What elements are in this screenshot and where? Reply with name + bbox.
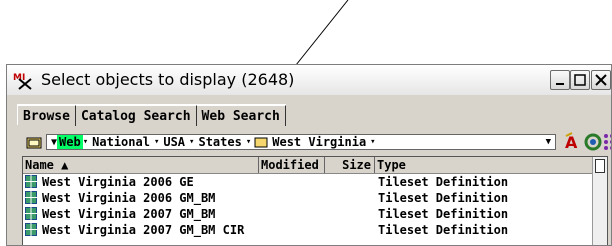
item-name: West Virginia 2007 GM_BM CIR <box>42 223 245 237</box>
web-link-icon[interactable] <box>583 132 603 152</box>
maximize-button[interactable] <box>570 70 590 90</box>
crumb-states[interactable]: States <box>194 135 245 149</box>
list-item[interactable]: West Virginia 2006 GE Tileset Definition <box>23 174 595 190</box>
list-item[interactable]: West Virginia 2007 GM_BM CIR Tileset Def… <box>23 222 595 238</box>
crumb-west-virginia[interactable]: West Virginia <box>268 135 370 149</box>
tileset-icon <box>25 191 37 204</box>
column-header: Name ▲ Modified Size Type <box>23 157 595 174</box>
column-type[interactable]: Type <box>375 157 595 173</box>
maximize-icon <box>574 74 586 86</box>
item-type: Tileset Definition <box>378 175 509 189</box>
path-bar: ▼ Web ▾ National ▾ USA ▾ States ▾ West V… <box>22 132 611 154</box>
item-name: West Virginia 2006 GE <box>42 175 194 189</box>
select-objects-window: MI Select objects to display (2648) Brow… <box>6 64 612 246</box>
grid-view-icon[interactable] <box>602 132 612 152</box>
column-modified[interactable]: Modified <box>259 157 325 173</box>
tab-catalog-search[interactable]: Catalog Search <box>75 105 197 126</box>
item-type: Tileset Definition <box>378 191 509 205</box>
crumb-national[interactable]: National <box>88 135 154 149</box>
item-name: West Virginia 2007 GM_BM <box>42 207 216 221</box>
tab-browse[interactable]: Browse <box>18 105 76 126</box>
minimize-button[interactable] <box>550 70 570 90</box>
list-item[interactable]: West Virginia 2007 GM_BM Tileset Definit… <box>23 206 595 222</box>
folder-icon <box>254 137 268 148</box>
item-type: Tileset Definition <box>378 207 509 221</box>
window-title: Select objects to display (2648) <box>41 70 295 89</box>
close-icon <box>595 74 607 86</box>
title-bar: MI Select objects to display (2648) <box>7 65 611 95</box>
column-size[interactable]: Size <box>325 157 375 173</box>
folder-up-icon[interactable] <box>26 135 42 149</box>
tileset-icon <box>25 223 37 236</box>
item-type: Tileset Definition <box>378 223 509 237</box>
column-name[interactable]: Name ▲ <box>23 157 259 173</box>
chevron-down-icon: ▾ <box>370 137 376 147</box>
crumb-web[interactable]: Web <box>57 135 83 149</box>
minimize-icon <box>556 83 564 85</box>
file-list: Name ▲ Modified Size Type West Virginia … <box>22 156 608 245</box>
dropdown-arrow-icon[interactable]: ▼ <box>546 137 555 147</box>
close-button[interactable] <box>591 70 611 90</box>
tileset-icon <box>25 207 37 220</box>
crumb-usa[interactable]: USA <box>159 135 189 149</box>
item-name: West Virginia 2006 GM_BM <box>42 191 216 205</box>
text-search-icon[interactable]: A <box>564 132 584 152</box>
path-selector[interactable]: ▼ Web ▾ National ▾ USA ▾ States ▾ West V… <box>46 134 556 150</box>
tab-bar: Browse Catalog Search Web Search <box>17 104 286 126</box>
list-item[interactable]: West Virginia 2006 GM_BM Tileset Definit… <box>23 190 595 206</box>
scroll-up-icon[interactable] <box>595 159 605 173</box>
chevron-down-icon: ▾ <box>245 137 252 147</box>
tab-web-search[interactable]: Web Search <box>196 105 286 126</box>
tileset-icon <box>25 175 37 188</box>
app-logo-icon: MI <box>13 73 32 90</box>
